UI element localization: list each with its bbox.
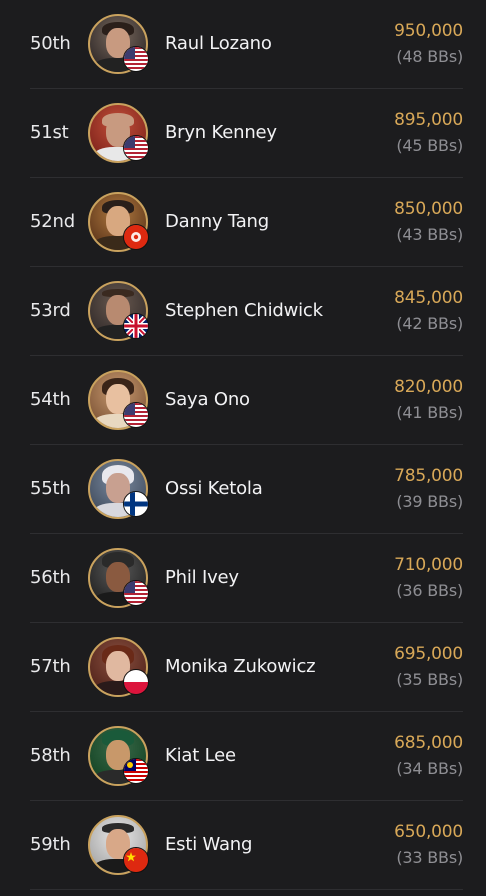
player-name[interactable]: Raul Lozano — [165, 0, 272, 88]
player-row[interactable]: 57th Monika Zukowicz 695,000 (35 BBs) — [30, 623, 463, 712]
player-avatar[interactable] — [88, 548, 149, 608]
uk-flag-icon — [123, 313, 149, 339]
player-name[interactable]: Bryn Kenney — [165, 89, 277, 177]
us-flag-icon — [123, 46, 149, 72]
chip-count: 820,000 — [394, 377, 463, 397]
player-row[interactable]: 58th Kiat Lee 685,000 (34 BBs) — [30, 712, 463, 801]
big-blinds: (35 BBs) — [396, 670, 463, 689]
player-name[interactable]: Saya Ono — [165, 356, 250, 444]
chip-count: 845,000 — [394, 288, 463, 308]
chip-count: 695,000 — [394, 644, 463, 664]
player-rank: 51st — [30, 122, 69, 143]
us-flag-icon — [123, 135, 149, 161]
player-name[interactable]: Kiat Lee — [165, 712, 236, 800]
player-name[interactable]: Ossi Ketola — [165, 445, 263, 533]
player-avatar[interactable] — [88, 459, 149, 519]
player-rank: 59th — [30, 834, 71, 855]
finland-flag-icon — [123, 491, 149, 517]
player-row[interactable]: 53rd Stephen Chidwick 845,000 (42 BBs) — [30, 267, 463, 356]
chip-count: 710,000 — [394, 555, 463, 575]
poland-flag-icon — [123, 669, 149, 695]
player-row[interactable]: 52nd Danny Tang 850,000 (43 BBs) — [30, 178, 463, 267]
big-blinds: (34 BBs) — [396, 759, 463, 778]
chip-count: 650,000 — [394, 822, 463, 842]
big-blinds: (48 BBs) — [396, 47, 463, 66]
player-rank: 54th — [30, 389, 71, 410]
big-blinds: (43 BBs) — [396, 225, 463, 244]
player-avatar[interactable] — [88, 370, 149, 430]
player-name[interactable]: Phil Ivey — [165, 534, 239, 622]
big-blinds: (45 BBs) — [396, 136, 463, 155]
player-rank: 55th — [30, 478, 71, 499]
player-avatar[interactable] — [88, 281, 149, 341]
us-flag-icon — [123, 580, 149, 606]
player-avatar[interactable] — [88, 726, 149, 786]
player-rank: 57th — [30, 656, 71, 677]
player-avatar[interactable] — [88, 103, 149, 163]
player-avatar[interactable] — [88, 14, 149, 74]
us-flag-icon — [123, 402, 149, 428]
big-blinds: (39 BBs) — [396, 492, 463, 511]
player-rank: 53rd — [30, 300, 71, 321]
player-row[interactable]: 54th Saya Ono 820,000 (41 BBs) — [30, 356, 463, 445]
chip-count: 895,000 — [394, 110, 463, 130]
chip-count: 950,000 — [394, 21, 463, 41]
malaysia-flag-icon — [123, 758, 149, 784]
china-flag-icon — [123, 847, 149, 873]
player-row[interactable]: 56th Phil Ivey 710,000 (36 BBs) — [30, 534, 463, 623]
player-row[interactable]: 59th Esti Wang 650,000 (33 BBs) — [30, 801, 463, 890]
player-avatar[interactable] — [88, 815, 149, 875]
player-name[interactable]: Esti Wang — [165, 801, 252, 889]
player-rank: 58th — [30, 745, 71, 766]
player-avatar[interactable] — [88, 637, 149, 697]
big-blinds: (36 BBs) — [396, 581, 463, 600]
player-row[interactable]: 50th Raul Lozano 950,000 (48 BBs) — [30, 0, 463, 89]
player-name[interactable]: Stephen Chidwick — [165, 267, 323, 355]
chip-count: 785,000 — [394, 466, 463, 486]
player-name[interactable]: Monika Zukowicz — [165, 623, 316, 711]
big-blinds: (41 BBs) — [396, 403, 463, 422]
player-rank: 50th — [30, 33, 71, 54]
player-row[interactable]: 55th Ossi Ketola 785,000 (39 BBs) — [30, 445, 463, 534]
chip-count-list: 50th Raul Lozano 950,000 (48 BBs) 51st B… — [0, 0, 486, 890]
big-blinds: (33 BBs) — [396, 848, 463, 867]
player-avatar[interactable] — [88, 192, 149, 252]
player-rank: 56th — [30, 567, 71, 588]
player-rank: 52nd — [30, 211, 75, 232]
player-name[interactable]: Danny Tang — [165, 178, 269, 266]
chip-count: 850,000 — [394, 199, 463, 219]
player-row[interactable]: 51st Bryn Kenney 895,000 (45 BBs) — [30, 89, 463, 178]
chip-count: 685,000 — [394, 733, 463, 753]
hong-kong-flag-icon — [123, 224, 149, 250]
big-blinds: (42 BBs) — [396, 314, 463, 333]
